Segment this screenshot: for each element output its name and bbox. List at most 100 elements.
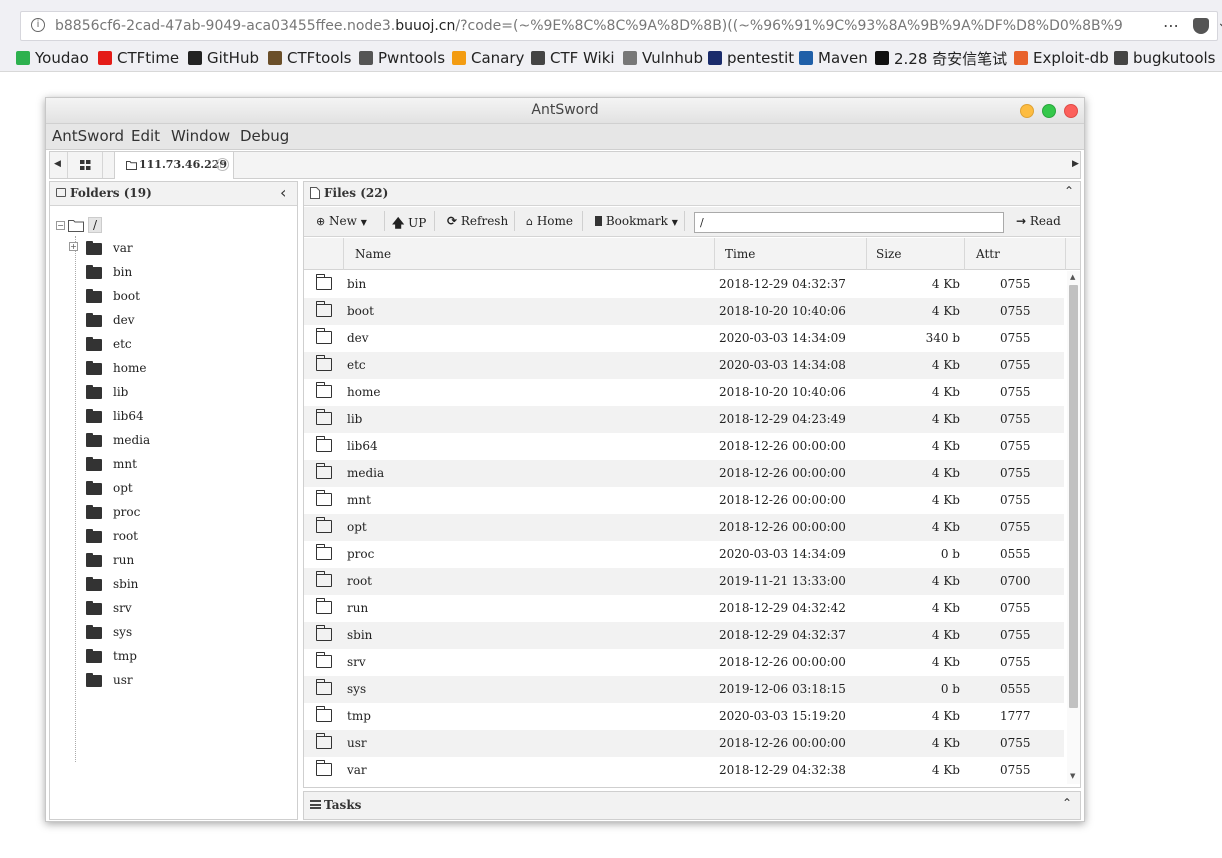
menu-debug[interactable]: Debug — [240, 127, 289, 145]
file-size: 4 Kb — [931, 466, 960, 480]
bookmark-favicon-icon — [1114, 51, 1128, 65]
bookmark-item[interactable]: Vulnhub — [623, 49, 703, 67]
expand-icon[interactable]: + — [69, 242, 78, 251]
read-button[interactable]: → Read — [1016, 214, 1061, 228]
scroll-thumb[interactable] — [1069, 285, 1078, 708]
collapse-root-icon[interactable]: − — [56, 221, 65, 230]
home-button[interactable]: ⌂ Home — [526, 214, 573, 228]
file-attr: 0755 — [1000, 304, 1031, 318]
bookmark-item[interactable]: CTFtime — [98, 49, 179, 67]
tasks-panel[interactable]: Tasks ⌃ — [303, 791, 1081, 820]
bookmark-item[interactable]: Pwntools — [359, 49, 445, 67]
scroll-down-icon[interactable]: ▼ — [1070, 772, 1075, 780]
tasks-icon — [310, 800, 321, 809]
column-divider — [964, 238, 965, 270]
table-row[interactable]: sbin 2018-12-29 04:32:37 4 Kb 0755 — [304, 622, 1064, 649]
scroll-up-icon[interactable]: ▲ — [1070, 273, 1075, 281]
pocket-icon[interactable] — [1193, 18, 1209, 34]
info-icon[interactable]: i — [31, 18, 45, 32]
collapse-up-icon[interactable]: ⌃ — [1064, 184, 1074, 198]
vertical-scrollbar[interactable]: ▲ ▼ — [1067, 271, 1080, 784]
refresh-button[interactable]: ⟳ Refresh — [447, 214, 508, 228]
column-time[interactable]: Time — [725, 247, 755, 261]
bookmark-item[interactable]: Maven — [799, 49, 868, 67]
minimize-button[interactable] — [1020, 104, 1034, 118]
column-name[interactable]: Name — [355, 247, 391, 261]
table-row[interactable]: boot 2018-10-20 10:40:06 4 Kb 0755 — [304, 298, 1064, 325]
files-header: Files (22) ⌃ — [304, 182, 1080, 206]
bookmark-item[interactable]: pentestit — [708, 49, 794, 67]
table-row[interactable]: etc 2020-03-03 14:34:08 4 Kb 0755 — [304, 352, 1064, 379]
table-row[interactable]: dev 2020-03-03 14:34:09 340 b 0755 — [304, 325, 1064, 352]
collapse-left-icon[interactable]: ‹ — [280, 183, 286, 202]
table-row[interactable]: tmp 2020-03-03 15:19:20 4 Kb 1777 — [304, 703, 1064, 730]
file-name: sbin — [347, 628, 373, 642]
column-size[interactable]: Size — [876, 247, 901, 261]
table-row[interactable]: root 2019-11-21 13:33:00 4 Kb 0700 — [304, 568, 1064, 595]
folder-icon — [86, 313, 102, 327]
bookmark-item[interactable]: 2.28 奇安信笔试 — [875, 49, 1007, 68]
collapse-up-icon[interactable]: ⌃ — [1062, 796, 1072, 810]
file-attr: 0755 — [1000, 655, 1031, 669]
table-row[interactable]: media 2018-12-26 00:00:00 4 Kb 0755 — [304, 460, 1064, 487]
up-button[interactable]: 🡅 UP — [392, 214, 426, 235]
tab-close-icon[interactable]: × — [216, 158, 229, 171]
bookmark-label: CTF Wiki — [550, 49, 615, 67]
bookmark-label: CTFtools — [287, 49, 352, 67]
bookmark-item[interactable]: Canary — [452, 49, 524, 67]
table-row[interactable]: var 2018-12-29 04:32:38 4 Kb 0755 — [304, 757, 1064, 784]
bookmark-button[interactable]: Bookmark ▼ — [595, 214, 678, 228]
close-button[interactable] — [1064, 104, 1078, 118]
table-row[interactable]: srv 2018-12-26 00:00:00 4 Kb 0755 — [304, 649, 1064, 676]
table-row[interactable]: usr 2018-12-26 00:00:00 4 Kb 0755 — [304, 730, 1064, 757]
table-row[interactable]: sys 2019-12-06 03:18:15 0 b 0555 — [304, 676, 1064, 703]
table-row[interactable]: opt 2018-12-26 00:00:00 4 Kb 0755 — [304, 514, 1064, 541]
table-row[interactable]: run 2018-12-29 04:32:42 4 Kb 0755 — [304, 595, 1064, 622]
menu-antsword[interactable]: AntSword — [52, 127, 124, 145]
folder-icon — [126, 161, 137, 170]
table-row[interactable]: bin 2018-12-29 04:32:37 4 Kb 0755 — [304, 271, 1064, 298]
bookmark-item[interactable]: bugkutools — [1114, 49, 1216, 67]
folder-icon — [316, 517, 332, 533]
file-time: 2018-12-26 00:00:00 — [719, 736, 846, 750]
new-button[interactable]: ⊕ New ▼ — [316, 214, 367, 228]
table-row[interactable]: lib64 2018-12-26 00:00:00 4 Kb 0755 — [304, 433, 1064, 460]
bookmark-item[interactable]: CTF Wiki — [531, 49, 615, 67]
bookmark-item[interactable]: Youdao — [16, 49, 89, 67]
table-row[interactable]: mnt 2018-12-26 00:00:00 4 Kb 0755 — [304, 487, 1064, 514]
file-time: 2018-12-26 00:00:00 — [719, 655, 846, 669]
tab-grid[interactable] — [67, 152, 103, 178]
file-time: 2018-12-29 04:32:38 — [719, 763, 846, 777]
menu-edit[interactable]: Edit — [131, 127, 160, 145]
tab-next-icon[interactable]: ▶ — [1072, 159, 1079, 169]
file-size: 0 b — [940, 547, 960, 561]
maximize-button[interactable] — [1042, 104, 1056, 118]
read-label: Read — [1029, 214, 1061, 228]
folder-icon — [86, 601, 102, 615]
folder-icon — [86, 553, 102, 567]
table-row[interactable]: home 2018-10-20 10:40:06 4 Kb 0755 — [304, 379, 1064, 406]
bookmark-icon — [595, 216, 602, 226]
folder-icon — [316, 382, 332, 398]
folder-icon — [316, 598, 332, 614]
url-bar[interactable]: i b8856cf6-2cad-47ab-9049-aca03455ffee.n… — [20, 11, 1222, 41]
column-attr[interactable]: Attr — [976, 247, 1000, 261]
file-name: media — [347, 466, 385, 480]
tab-prev-icon[interactable]: ◀ — [54, 159, 61, 169]
file-attr: 0755 — [1000, 493, 1031, 507]
file-time: 2018-12-26 00:00:00 — [719, 439, 846, 453]
chevron-down-icon[interactable]: ⌄ — [1217, 15, 1222, 31]
path-input[interactable] — [694, 212, 1004, 233]
more-actions-icon[interactable]: ⋯ — [1163, 16, 1180, 35]
table-row[interactable]: lib 2018-12-29 04:23:49 4 Kb 0755 — [304, 406, 1064, 433]
file-attr: 0755 — [1000, 439, 1031, 453]
menu-window[interactable]: Window — [171, 127, 230, 145]
bookmark-item[interactable]: Exploit-db — [1014, 49, 1109, 67]
file-name: proc — [347, 547, 375, 561]
tab-shell[interactable]: 111.73.46.229 × — [114, 152, 234, 179]
table-row[interactable]: proc 2020-03-03 14:34:09 0 b 0555 — [304, 541, 1064, 568]
folder-icon — [86, 409, 102, 423]
bookmark-item[interactable]: GitHub — [188, 49, 259, 67]
url-text[interactable]: b8856cf6-2cad-47ab-9049-aca03455ffee.nod… — [55, 18, 1125, 34]
bookmark-item[interactable]: CTFtools — [268, 49, 351, 67]
